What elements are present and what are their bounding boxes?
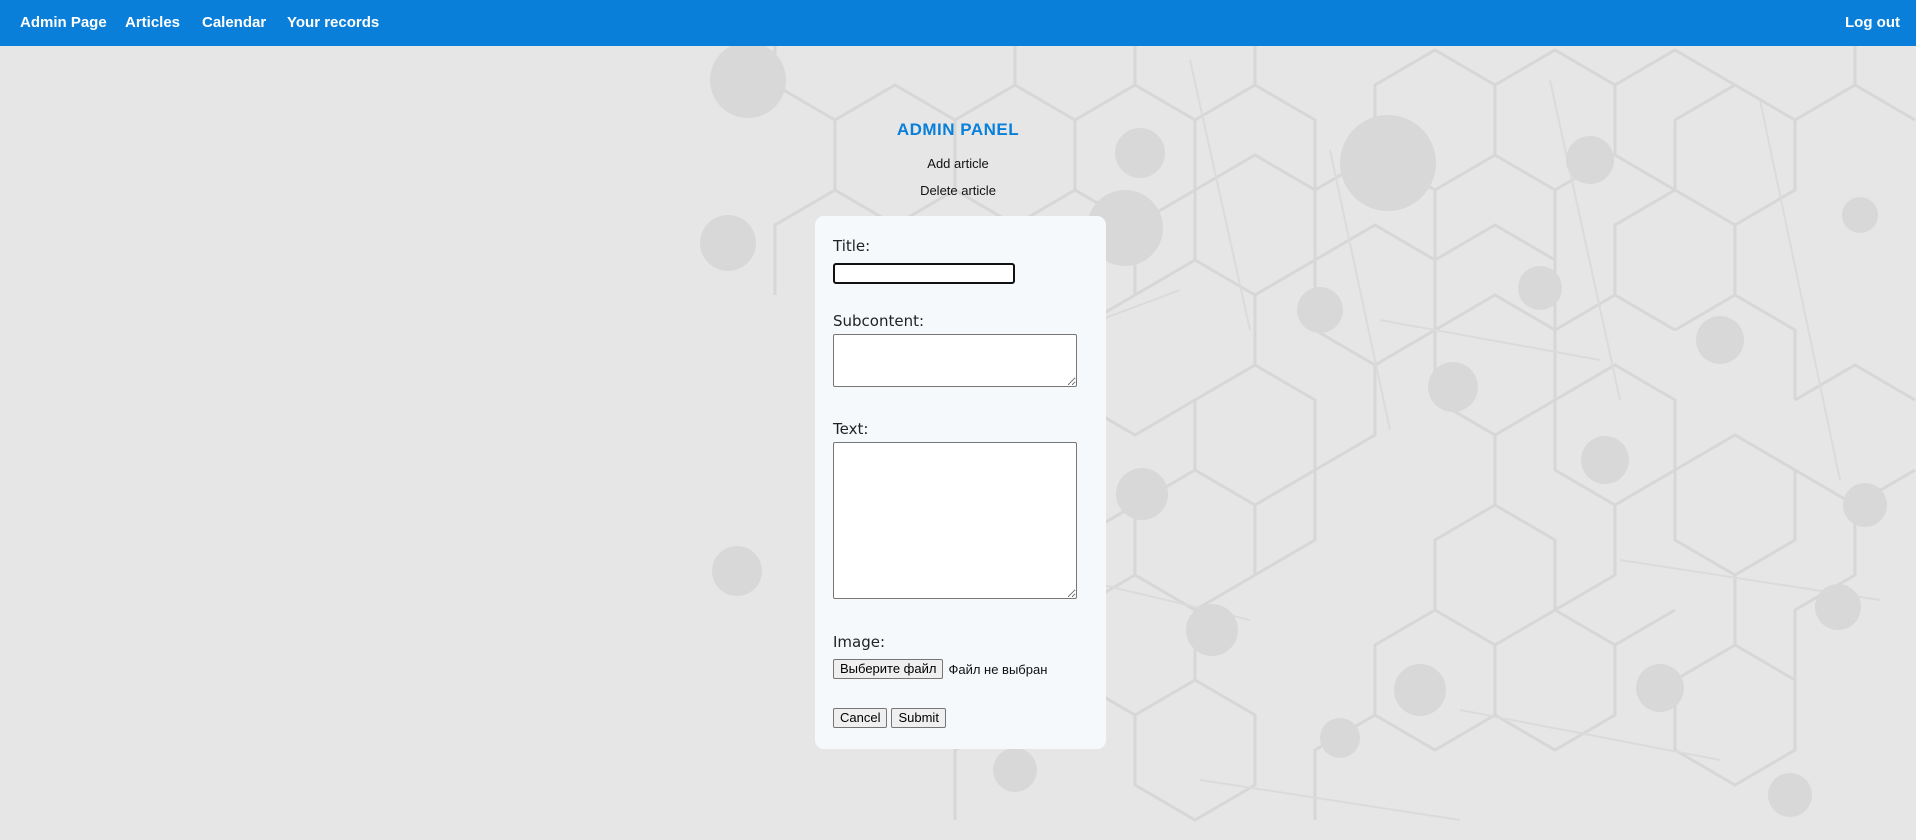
title-label: Title:	[833, 237, 871, 255]
nav-your-records[interactable]: Your records	[287, 14, 379, 32]
text-textarea[interactable]	[833, 442, 1077, 599]
page-title: ADMIN PANEL	[896, 120, 1020, 139]
choose-file-button[interactable]: Выберите файл	[833, 659, 944, 679]
submit-button[interactable]: Submit	[891, 708, 946, 728]
nav-articles[interactable]: Articles	[125, 14, 180, 32]
subcontent-label: Subcontent:	[833, 312, 925, 330]
image-label: Image:	[833, 633, 886, 651]
text-label: Text:	[833, 420, 869, 438]
nav-calendar[interactable]: Calendar	[202, 14, 266, 32]
image-file-input: Выберите файл Файл не выбран	[833, 658, 1047, 680]
delete-article-link[interactable]: Delete article	[0, 183, 1916, 198]
file-status-text: Файл не выбран	[948, 661, 1048, 677]
form-actions: Cancel Submit	[833, 708, 946, 728]
title-input[interactable]	[833, 263, 1015, 284]
top-navbar: Admin Page Articles Calendar Your record…	[0, 0, 1916, 46]
nav-log-out[interactable]: Log out	[1845, 14, 1900, 32]
nav-admin-page[interactable]: Admin Page	[20, 14, 107, 32]
cancel-button[interactable]: Cancel	[833, 708, 888, 728]
add-article-link[interactable]: Add article	[0, 156, 1916, 171]
article-form-card: Title: Subcontent: Text: Image: Выберите…	[815, 216, 1106, 749]
subcontent-textarea[interactable]	[833, 334, 1077, 387]
